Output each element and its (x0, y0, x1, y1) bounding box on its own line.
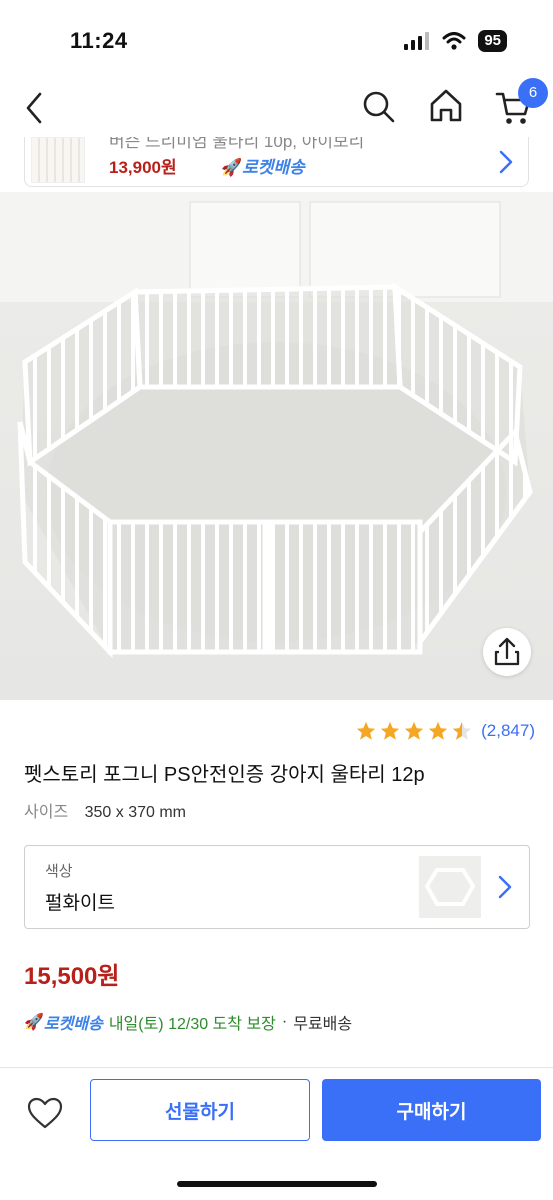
chevron-right-icon (498, 875, 512, 899)
size-row: 사이즈 350 x 370 mm (24, 798, 186, 822)
product-price: 15,500원 (24, 963, 120, 990)
top-nav (0, 80, 553, 136)
search-icon[interactable] (360, 88, 398, 126)
product-image[interactable] (0, 192, 553, 700)
home-indicator (177, 1181, 377, 1187)
star-icon (380, 721, 400, 740)
option-thumbnail (419, 856, 481, 918)
option-value: 펄화이트 (45, 893, 115, 914)
wifi-icon (442, 32, 466, 50)
status-time: 11:24 (70, 28, 128, 53)
color-option-selector[interactable]: 색상 펄화이트 (24, 845, 530, 929)
related-product-price: 13,900원 (109, 158, 177, 177)
delivery-separator: · (281, 1013, 288, 1030)
signal-icon (404, 32, 430, 50)
rocket-delivery-label: 로켓배송 (242, 158, 305, 177)
star-icon (428, 721, 448, 740)
rocket-delivery-label: 로켓배송 (43, 1016, 103, 1033)
half-star-icon (452, 721, 472, 740)
size-label: 사이즈 (24, 804, 69, 821)
delivery-info: 🚀 로켓배송 내일(토) 12/30 도착 보장 · 무료배송 (24, 1010, 352, 1034)
home-icon[interactable] (427, 86, 465, 126)
star-icon (404, 721, 424, 740)
status-icons: 95 (404, 30, 507, 52)
star-icon (356, 721, 376, 740)
share-icon (494, 637, 520, 666)
related-product-title: 버즌 드리미엄 울타리 10p, 아이보리 (109, 137, 365, 151)
rocket-icon: 🚀 (24, 1014, 44, 1031)
option-label: 색상 (45, 863, 73, 880)
review-count[interactable]: (2,847) (481, 721, 535, 741)
share-button[interactable] (483, 628, 531, 676)
rocket-icon: 🚀 (221, 158, 243, 177)
status-bar: 11:24 95 (0, 0, 553, 80)
heart-icon[interactable] (26, 1096, 64, 1130)
product-title: 펫스토리 포그니 PS안전인증 강아지 울타리 12p (24, 764, 425, 786)
playpen-illustration (0, 192, 553, 659)
gift-button[interactable]: 선물하기 (90, 1079, 310, 1141)
back-icon[interactable] (18, 88, 54, 128)
product-rating[interactable]: (2,847) (355, 720, 535, 742)
related-product-thumbnail (31, 137, 85, 183)
delivery-eta: 내일(토) 12/30 도착 보장 (108, 1016, 276, 1033)
buy-button[interactable]: 구매하기 (322, 1079, 541, 1141)
chevron-right-icon[interactable] (498, 149, 514, 175)
battery-indicator: 95 (478, 30, 507, 52)
related-product-delivery: 🚀로켓배송 (221, 153, 305, 178)
shipping-fee: 무료배송 (293, 1016, 353, 1033)
size-value: 350 x 370 mm (84, 804, 187, 821)
cart-count-badge: 6 (518, 78, 548, 108)
rating-stars (355, 720, 473, 742)
related-product-card[interactable]: 버즌 드리미엄 울타리 10p, 아이보리 13,900원 🚀로켓배송 (24, 137, 529, 187)
